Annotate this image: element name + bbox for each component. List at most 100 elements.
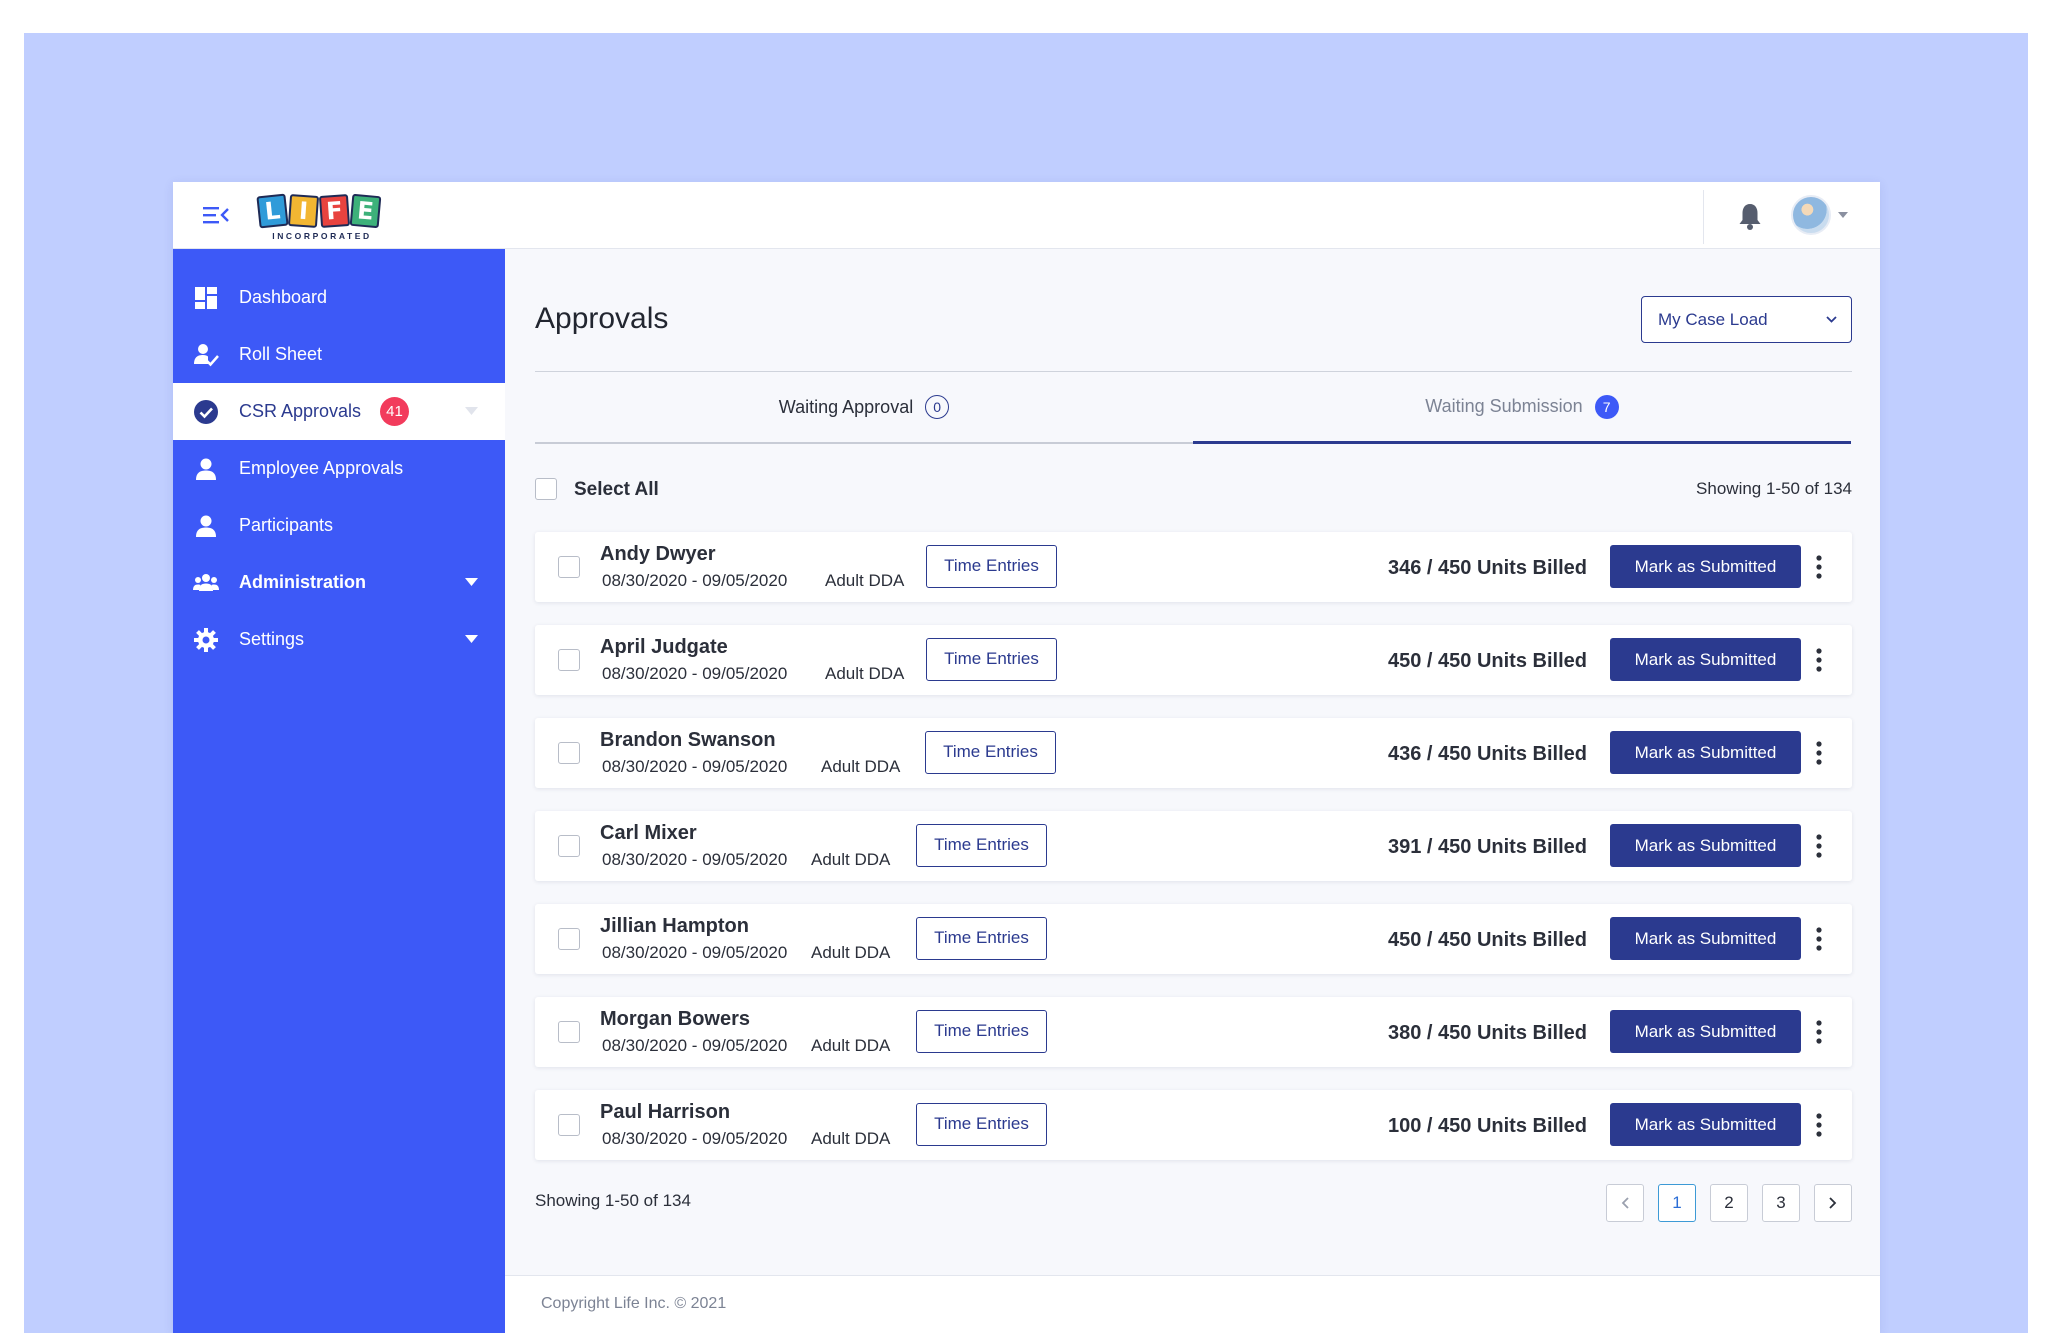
table-row: Carl Mixer 08/30/2020 - 09/05/2020 Adult…	[535, 811, 1852, 881]
mark-as-submitted-button[interactable]: Mark as Submitted	[1610, 731, 1801, 774]
mark-as-submitted-button[interactable]: Mark as Submitted	[1610, 1103, 1801, 1146]
more-options-icon[interactable]	[1813, 647, 1825, 673]
program-name: Adult DDA	[811, 1129, 891, 1148]
row-checkbox[interactable]	[558, 649, 580, 671]
chevron-left-icon	[1621, 1197, 1629, 1209]
program-name: Adult DDA	[811, 943, 891, 962]
group-icon	[193, 574, 219, 591]
sidebar-item-participants[interactable]: Participants	[173, 497, 505, 554]
table-row: Andy Dwyer 08/30/2020 - 09/05/2020 Adult…	[535, 532, 1852, 602]
check-circle-icon	[194, 400, 218, 424]
tab-label: Waiting Approval	[778, 396, 914, 417]
mark-as-submitted-button[interactable]: Mark as Submitted	[1610, 1010, 1801, 1053]
time-entries-button[interactable]: Time Entries	[925, 731, 1056, 774]
participant-name: Jillian Hampton	[600, 915, 749, 937]
user-avatar[interactable]	[1791, 195, 1831, 235]
pagination-page-1[interactable]: 1	[1658, 1184, 1696, 1222]
more-options-icon[interactable]	[1813, 1019, 1825, 1045]
mark-as-submitted-button[interactable]: Mark as Submitted	[1610, 824, 1801, 867]
more-options-icon[interactable]	[1813, 554, 1825, 580]
notification-bell-icon[interactable]	[1736, 201, 1764, 231]
more-options-icon[interactable]	[1813, 833, 1825, 859]
sidebar-item-employee-approvals[interactable]: Employee Approvals	[173, 440, 505, 497]
row-checkbox[interactable]	[558, 1114, 580, 1136]
mark-as-submitted-button[interactable]: Mark as Submitted	[1610, 545, 1801, 588]
chevron-down-icon[interactable]	[465, 635, 478, 643]
sidebar-item-dashboard[interactable]: Dashboard	[173, 269, 505, 326]
time-entries-button[interactable]: Time Entries	[926, 638, 1057, 681]
sidebar-item-roll-sheet[interactable]: Roll Sheet	[173, 326, 505, 383]
more-options-icon[interactable]	[1813, 926, 1825, 952]
table-row: Morgan Bowers 08/30/2020 - 09/05/2020 Ad…	[535, 997, 1852, 1067]
sidebar-item-csr-approvals[interactable]: CSR Approvals 41	[173, 383, 505, 440]
time-entries-button[interactable]: Time Entries	[926, 545, 1057, 588]
sidebar-item-label: Roll Sheet	[239, 344, 323, 364]
approval-tabs: Waiting Approval 0 Waiting Submission 7	[535, 372, 1852, 446]
chevron-down-icon	[1826, 316, 1837, 323]
date-range: 08/30/2020 - 09/05/2020	[602, 1036, 788, 1055]
more-options-icon[interactable]	[1813, 740, 1825, 766]
chevron-down-icon[interactable]	[1838, 212, 1848, 218]
table-row: Paul Harrison 08/30/2020 - 09/05/2020 Ad…	[535, 1090, 1852, 1160]
tab-waiting-submission[interactable]: Waiting Submission 7	[1193, 372, 1851, 444]
date-range: 08/30/2020 - 09/05/2020	[602, 943, 788, 962]
time-entries-button[interactable]: Time Entries	[916, 824, 1047, 867]
participant-name: Paul Harrison	[600, 1101, 731, 1123]
tab-waiting-approval[interactable]: Waiting Approval 0	[535, 372, 1193, 444]
case-load-select[interactable]: My Case Load	[1641, 296, 1852, 343]
date-range: 08/30/2020 - 09/05/2020	[602, 664, 788, 683]
sidebar-item-administration[interactable]: Administration	[173, 554, 505, 611]
date-range: 08/30/2020 - 09/05/2020	[602, 850, 788, 869]
menu-collapse-icon[interactable]	[203, 204, 229, 226]
chevron-down-icon[interactable]	[465, 407, 478, 415]
sidebar-item-label: Administration	[239, 572, 367, 592]
table-row: April Judgate 08/30/2020 - 09/05/2020 Ad…	[535, 625, 1852, 695]
units-billed: 450 / 450 Units Billed	[1388, 650, 1587, 672]
mark-as-submitted-button[interactable]: Mark as Submitted	[1610, 917, 1801, 960]
pagination-prev-button[interactable]	[1606, 1184, 1644, 1222]
top-bar-divider	[1703, 190, 1704, 244]
select-all-row: Select All Showing 1-50 of 134	[535, 474, 1852, 504]
pagination-page-3[interactable]: 3	[1762, 1184, 1800, 1222]
logo-letter-e: E	[349, 193, 382, 229]
participant-name: Carl Mixer	[600, 822, 697, 844]
row-checkbox[interactable]	[558, 1021, 580, 1043]
pagination-next-button[interactable]	[1814, 1184, 1852, 1222]
time-entries-button[interactable]: Time Entries	[916, 917, 1047, 960]
units-billed: 380 / 450 Units Billed	[1388, 1022, 1587, 1044]
row-checkbox[interactable]	[558, 556, 580, 578]
pagination-page-2[interactable]: 2	[1710, 1184, 1748, 1222]
participant-name: Andy Dwyer	[600, 543, 716, 565]
more-options-icon[interactable]	[1813, 1112, 1825, 1138]
program-name: Adult DDA	[811, 1036, 891, 1055]
sidebar: Dashboard Roll Sheet CSR Approvals 41 Em…	[173, 249, 505, 1333]
units-billed: 436 / 450 Units Billed	[1388, 743, 1587, 765]
time-entries-button[interactable]: Time Entries	[916, 1103, 1047, 1146]
program-name: Adult DDA	[821, 757, 901, 776]
row-checkbox[interactable]	[558, 928, 580, 950]
sidebar-item-settings[interactable]: Settings	[173, 611, 505, 668]
logo-letter-f: F	[318, 194, 351, 228]
mark-as-submitted-button[interactable]: Mark as Submitted	[1610, 638, 1801, 681]
units-billed: 450 / 450 Units Billed	[1388, 929, 1587, 951]
chevron-down-icon[interactable]	[465, 578, 478, 586]
main-content: Approvals My Case Load Waiting Approval …	[505, 249, 1880, 1333]
copyright-text: Copyright Life Inc. © 2021	[541, 1295, 727, 1312]
select-all-checkbox[interactable]	[535, 478, 557, 500]
tab-count-badge: 0	[925, 395, 950, 419]
date-range: 08/30/2020 - 09/05/2020	[602, 757, 788, 776]
units-billed: 346 / 450 Units Billed	[1388, 557, 1587, 579]
participant-name: Morgan Bowers	[600, 1008, 751, 1030]
program-name: Adult DDA	[811, 850, 891, 869]
time-entries-button[interactable]: Time Entries	[916, 1010, 1047, 1053]
user-icon	[196, 515, 216, 537]
results-count: Showing 1-50 of 134	[1696, 479, 1852, 498]
row-checkbox[interactable]	[558, 742, 580, 764]
brand-logo[interactable]: L I F E INCORPORATED	[256, 191, 382, 241]
sidebar-item-label: Participants	[239, 515, 334, 535]
program-name: Adult DDA	[825, 664, 905, 683]
page-title: Approvals	[535, 302, 669, 335]
table-row: Brandon Swanson 08/30/2020 - 09/05/2020 …	[535, 718, 1852, 788]
row-checkbox[interactable]	[558, 835, 580, 857]
logo-subtitle: INCORPORATED	[272, 231, 372, 241]
